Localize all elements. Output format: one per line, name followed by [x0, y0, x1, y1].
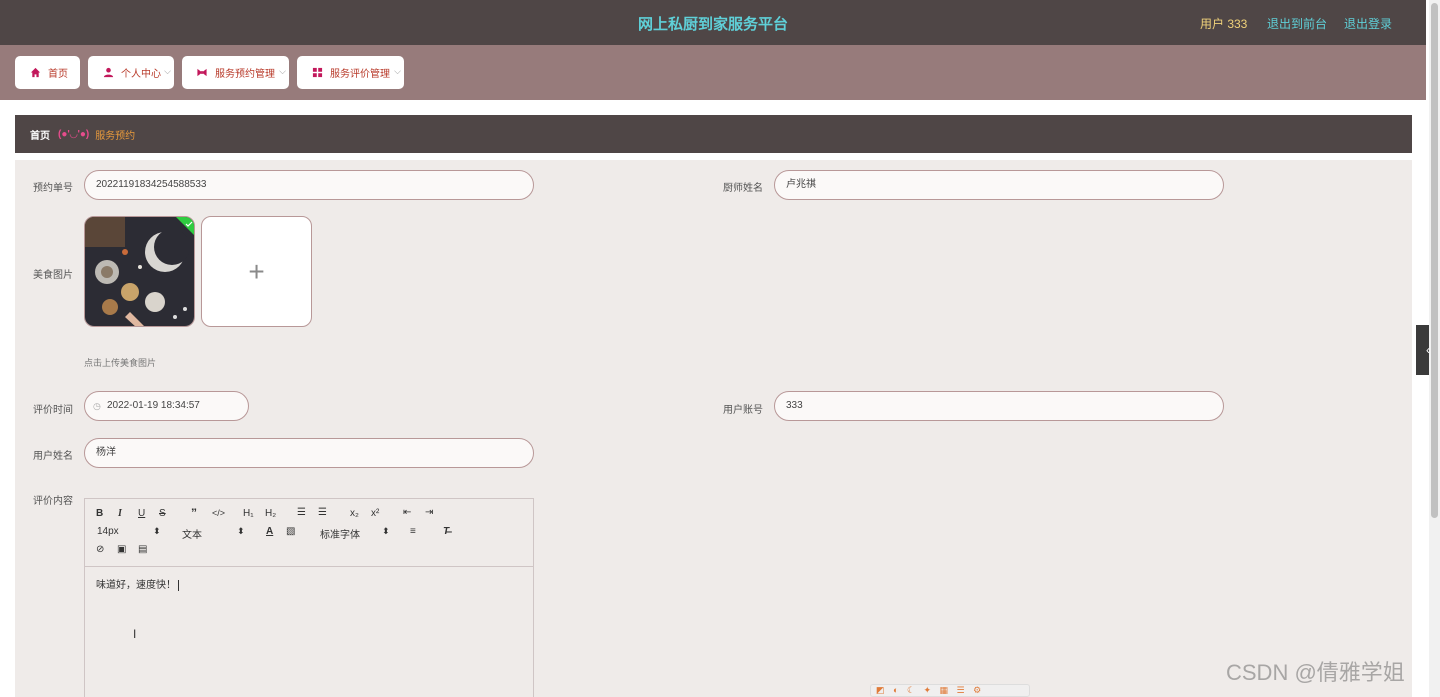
- ime-toolbar[interactable]: ◩ ◐ ☾ ✦ ▦ ☰ ⚙: [870, 684, 1030, 697]
- bold-icon[interactable]: B: [96, 508, 103, 519]
- ime-status-icon: ◩ ◐ ☾ ✦ ▦ ☰ ⚙: [876, 685, 985, 695]
- user-name-input[interactable]: 杨洋: [84, 438, 534, 468]
- scrollbar-thumb[interactable]: [1431, 3, 1438, 518]
- bowtie-icon: [196, 67, 208, 79]
- nav-review-management-label: 服务评价管理: [330, 69, 390, 80]
- ordered-list-icon[interactable]: ☰: [297, 507, 306, 518]
- watermark: CSDN @倩雅学姐: [1226, 660, 1405, 685]
- image-icon[interactable]: ▣: [117, 544, 126, 555]
- breadcrumb-current: 服务预约: [95, 130, 136, 142]
- clear-format-icon[interactable]: T̶: [443, 526, 449, 537]
- nav-personal-center[interactable]: 个人中心 ⌵: [88, 56, 174, 89]
- italic-icon[interactable]: I: [118, 508, 122, 519]
- block-type-select[interactable]: 文本: [182, 526, 202, 541]
- breadcrumb-home[interactable]: 首页: [30, 127, 50, 142]
- video-icon[interactable]: ▤: [138, 544, 147, 555]
- font-size-select-arrows: ⬍: [153, 526, 161, 536]
- breadcrumb: 首页 (●'◡'●) 服务预约: [15, 115, 1412, 153]
- chevron-down-icon: ⌵: [164, 66, 171, 76]
- review-form: 预约单号 20221191834254588533 厨师姓名 卢兆祺 美食图片 …: [15, 160, 1412, 697]
- exit-to-frontend-link[interactable]: 退出到前台: [1267, 15, 1327, 32]
- top-header: 网上私厨到家服务平台 用户 333 退出到前台 退出登录: [0, 0, 1426, 45]
- nav-booking-management-label: 服务预约管理: [215, 69, 275, 80]
- order-no-label: 预约单号: [33, 183, 73, 194]
- heading1-icon[interactable]: H₁: [243, 508, 254, 519]
- food-photo: [85, 217, 194, 326]
- underline-icon[interactable]: U: [138, 508, 145, 519]
- page-scrollbar[interactable]: [1429, 0, 1440, 697]
- chevron-down-icon: ⌵: [394, 66, 401, 76]
- nav-review-management[interactable]: 服务评价管理 ⌵: [297, 56, 404, 89]
- superscript-icon[interactable]: x²: [371, 508, 379, 519]
- font-size-select[interactable]: 14px: [97, 526, 119, 537]
- link-icon[interactable]: ⊘: [96, 544, 104, 555]
- indent-icon[interactable]: ⇥: [425, 507, 433, 518]
- chef-name-input[interactable]: 卢兆祺: [774, 170, 1224, 200]
- subscript-icon[interactable]: x₂: [350, 508, 359, 519]
- editor-toolbar: B I U S ” </> H₁ H₂ ☰ ☰ x₂ x² ⇤ ⇥ 14px ⬍…: [85, 499, 533, 567]
- align-icon[interactable]: ≡: [410, 526, 416, 537]
- logout-link[interactable]: 退出登录: [1344, 15, 1392, 32]
- home-icon: [29, 67, 41, 79]
- current-user-label: 用户 333: [1200, 17, 1248, 31]
- font-color-icon[interactable]: A: [266, 526, 273, 537]
- strikethrough-icon[interactable]: S: [159, 508, 166, 519]
- review-time-value: 2022-01-19 18:34:57: [107, 400, 200, 411]
- ibeam-cursor-icon: I: [133, 627, 137, 641]
- text-cursor: [178, 580, 182, 591]
- font-family-select[interactable]: 标准字体: [320, 526, 360, 541]
- block-type-select-arrows: ⬍: [237, 526, 245, 536]
- user-name-label: 用户姓名: [33, 451, 73, 462]
- font-family-select-arrows: ⬍: [382, 526, 390, 536]
- main-nav: 首页 个人中心 ⌵ 服务预约管理 ⌵ 服务评价管理 ⌵: [0, 45, 1426, 100]
- breadcrumb-separator: (●'◡'●): [58, 128, 90, 140]
- outdent-icon[interactable]: ⇤: [403, 507, 411, 518]
- review-content-text: 味道好，速度快！: [96, 580, 176, 591]
- chef-name-label: 厨师姓名: [723, 183, 763, 194]
- heading2-icon[interactable]: H₂: [265, 508, 276, 519]
- rich-text-editor[interactable]: B I U S ” </> H₁ H₂ ☰ ☰ x₂ x² ⇤ ⇥ 14px ⬍…: [84, 498, 534, 697]
- bullet-list-icon[interactable]: ☰: [318, 507, 327, 518]
- upload-hint: 点击上传美食图片: [84, 358, 157, 368]
- order-no-input[interactable]: 20221191834254588533: [84, 170, 534, 200]
- person-icon: [102, 67, 114, 79]
- clock-icon: ◷: [93, 401, 101, 411]
- nav-home-label: 首页: [48, 69, 68, 80]
- background-color-icon[interactable]: ▧: [286, 526, 295, 537]
- food-image-thumbnail[interactable]: [84, 216, 195, 327]
- image-upload-button[interactable]: +: [201, 216, 312, 327]
- user-account-input[interactable]: 333: [774, 391, 1224, 421]
- user-account-label: 用户账号: [723, 405, 763, 416]
- nav-booking-management[interactable]: 服务预约管理 ⌵: [182, 56, 289, 89]
- editor-content[interactable]: 味道好，速度快！: [96, 576, 182, 591]
- review-time-picker[interactable]: ◷ 2022-01-19 18:34:57: [84, 391, 249, 421]
- chevron-down-icon: ⌵: [279, 66, 286, 76]
- food-image-label: 美食图片: [33, 270, 73, 281]
- review-content-label: 评价内容: [33, 496, 73, 507]
- nav-personal-center-label: 个人中心: [121, 69, 161, 80]
- plus-icon: +: [248, 255, 265, 287]
- grid-icon: [311, 67, 323, 79]
- code-block-icon[interactable]: </>: [212, 508, 225, 518]
- blockquote-icon[interactable]: ”: [191, 506, 197, 520]
- review-time-label: 评价时间: [33, 405, 73, 416]
- nav-home[interactable]: 首页: [15, 56, 80, 89]
